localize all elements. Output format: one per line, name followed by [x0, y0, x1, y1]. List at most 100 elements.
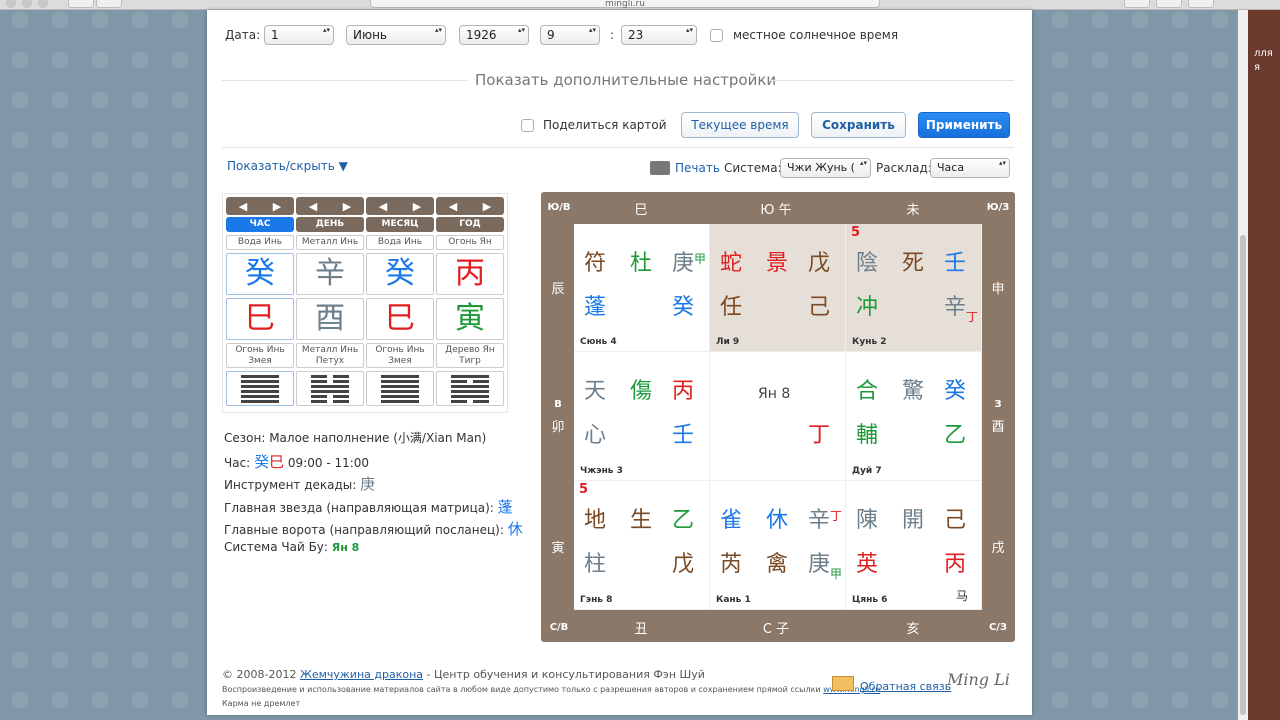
heavenly-stem[interactable]: 癸 [366, 253, 434, 295]
minimize-window-dot[interactable] [22, 0, 32, 8]
pillar-tab[interactable]: ГОД [436, 217, 504, 232]
palace-symbol: 雀 [720, 508, 743, 533]
heavenly-stem[interactable]: 癸 [226, 253, 294, 295]
palace-symbol: 開 [902, 508, 925, 533]
page-scrollbar[interactable] [1238, 10, 1248, 720]
left-branch-3: 寅 [551, 541, 565, 556]
more-settings-link[interactable]: Показать дополнительные настройки [475, 71, 776, 89]
hex-line [451, 389, 489, 393]
hexagram[interactable] [366, 371, 434, 406]
pillar-tab[interactable]: МЕСЯЦ [366, 217, 434, 232]
address-bar[interactable]: mingli.ru [370, 0, 880, 9]
earthly-branch[interactable]: 酉 [296, 298, 364, 340]
stem-element: Металл Инь [296, 235, 364, 250]
feedback-link[interactable]: Обратная связь [860, 680, 951, 693]
palace-cell[interactable]: 天傷丙心 壬 Чжэнь 3 [574, 352, 710, 481]
apply-button[interactable]: Применить [918, 112, 1010, 138]
month-select[interactable]: Июнь [346, 25, 446, 45]
left-arrow-icon[interactable]: ◀ [239, 200, 247, 213]
gate-label: Главные ворота (направляющий посланец): [224, 523, 504, 537]
day-select[interactable]: 1 [264, 25, 334, 45]
hex-line [311, 374, 349, 378]
year-select[interactable]: 1926 [459, 25, 529, 45]
new-tab-button[interactable] [1188, 0, 1214, 8]
earthly-branch[interactable]: 巳 [366, 298, 434, 340]
palace-cell[interactable]: 合驚癸輔 乙 Дуй 7 [846, 352, 982, 481]
palace-cell[interactable]: 陰死壬冲 辛丁 Кунь 2 5 [846, 224, 982, 352]
right-arrow-icon[interactable]: ▶ [343, 200, 351, 213]
palace-number: 5 [579, 482, 589, 497]
palace-name: Кань 1 [716, 595, 751, 605]
chaibu-value: Ян 8 [331, 541, 360, 554]
scrollbar-thumb[interactable] [1240, 235, 1246, 715]
pillar-arrows: ◀ ▶ [366, 197, 434, 215]
heavenly-stem[interactable]: 丙 [436, 253, 504, 295]
save-button[interactable]: Сохранить [811, 112, 906, 138]
horse-star: 马 [956, 589, 969, 603]
left-arrow-icon[interactable]: ◀ [309, 200, 317, 213]
tabs-button[interactable] [1156, 0, 1182, 8]
right-arrow-icon[interactable]: ▶ [483, 200, 491, 213]
show-hide-link[interactable]: Показать/скрыть ▼ [227, 159, 348, 173]
branch-animal: Змея [248, 356, 272, 366]
forward-button[interactable] [96, 0, 122, 8]
left-arrow-icon[interactable]: ◀ [449, 200, 457, 213]
secondary-stem: 甲 [830, 567, 843, 581]
palace-cell[interactable]: 雀休辛芮禽庚 丁甲 Кань 1 [710, 481, 846, 610]
palace-symbol: 癸 [944, 379, 967, 404]
hour-select[interactable]: 9 [540, 25, 600, 45]
four-pillars-panel: ◀ ▶ ЧАС Вода Инь 癸巳 Огонь Инь Змея ◀ ▶ ДЕНЬ Металл… [222, 193, 508, 413]
palace-cell[interactable]: 符杜庚蓬 癸 甲 Сюнь 4 [574, 224, 710, 352]
hexagram[interactable] [436, 371, 504, 406]
hex-line [311, 399, 349, 403]
palace-symbol: 死 [902, 251, 925, 276]
palace-cell[interactable]: 地生乙柱 戊 Гэнь 8 5 [574, 481, 710, 610]
share-button[interactable] [1124, 0, 1150, 8]
close-window-dot[interactable] [6, 0, 16, 8]
right-arrow-icon[interactable]: ▶ [413, 200, 421, 213]
hex-line [311, 389, 349, 393]
printer-icon[interactable] [650, 161, 670, 175]
palace-cell[interactable]: 蛇景戊任 己 Ли 9 [710, 224, 846, 352]
palace-symbol: 丙 [944, 552, 967, 577]
hex-line [241, 389, 279, 393]
layout-select[interactable]: Часа [930, 158, 1010, 178]
footer-motto: Карма не дремлет [222, 699, 301, 708]
footer-link[interactable]: Жемчужина дракона [300, 668, 423, 681]
left-arrow-icon[interactable]: ◀ [379, 200, 387, 213]
hex-line [241, 384, 279, 388]
footer-copyright: © 2008-2012 [222, 668, 297, 681]
heavenly-stem[interactable]: 辛 [296, 253, 364, 295]
palace-symbol: 陰 [856, 251, 879, 276]
season-line: Сезон: Малое наполнение (小满/Xian Man) [224, 429, 486, 446]
star-char: 蓬 [497, 498, 513, 516]
solar-time-checkbox[interactable] [710, 29, 723, 42]
back-button[interactable] [68, 0, 94, 8]
pillar-tab[interactable]: ЧАС [226, 217, 294, 232]
divider-left [222, 80, 467, 81]
current-time-button[interactable]: Текущее время [681, 112, 799, 138]
share-map-checkbox[interactable] [521, 119, 534, 132]
earthly-branch[interactable]: 寅 [436, 298, 504, 340]
hexagram[interactable] [296, 371, 364, 406]
hex-line [381, 399, 419, 403]
season-label: Сезон: [224, 431, 266, 445]
palace-symbol: 戊 [808, 251, 831, 276]
palace-cell[interactable]: 陳開己英 丙 Цянь 6 马 [846, 481, 982, 610]
solar-time-label: местное солнечное время [733, 28, 899, 42]
palace-symbol: 英 [856, 552, 879, 577]
earthly-branch[interactable]: 巳 [226, 298, 294, 340]
system-select[interactable]: Чжи Жунь ( [780, 158, 871, 178]
browser-toolbar: mingli.ru [0, 0, 1280, 10]
footer-line: © 2008-2012 Жемчужина дракона - Центр об… [222, 668, 705, 681]
zoom-window-dot[interactable] [38, 0, 48, 8]
right-arrow-icon[interactable]: ▶ [273, 200, 281, 213]
palace-symbol: 冲 [856, 295, 879, 320]
branch-element: Металл Инь [301, 345, 359, 355]
hexagram[interactable] [226, 371, 294, 406]
minute-select[interactable]: 23 [621, 25, 697, 45]
pillar-tab[interactable]: ДЕНЬ [296, 217, 364, 232]
mail-icon[interactable] [832, 676, 854, 691]
palace-cell[interactable]: 丁 Ян 8 [710, 352, 846, 481]
print-link[interactable]: Печать [675, 161, 720, 175]
